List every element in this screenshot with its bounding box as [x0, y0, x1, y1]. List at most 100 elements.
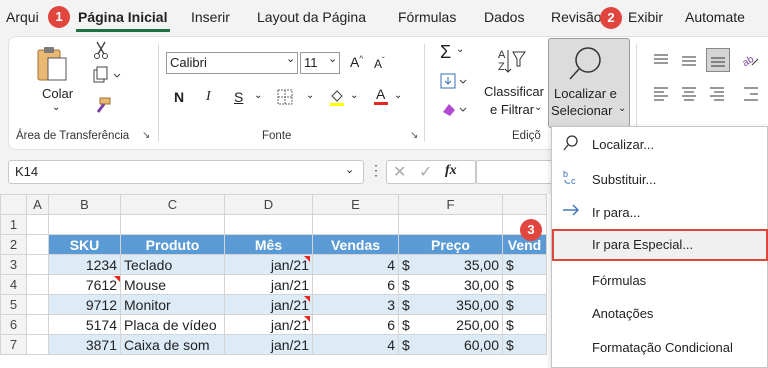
insert-function-icon[interactable]: fx [445, 163, 457, 179]
cell[interactable] [312, 214, 399, 235]
row-header-1[interactable]: 1 [0, 214, 27, 235]
cell-vendas[interactable]: 6 [312, 274, 399, 295]
column-header-g[interactable] [502, 194, 547, 215]
font-size-chevron-icon[interactable]: ⌄ [328, 52, 337, 65]
name-box[interactable]: K14 ⌄ [8, 160, 364, 184]
cell-produto[interactable]: Monitor [120, 294, 225, 315]
underline-button[interactable]: S [234, 89, 243, 105]
row-header-5[interactable]: 5 [0, 294, 27, 315]
menu-item-find[interactable]: Localizar... [592, 137, 654, 152]
cell-preco[interactable]: $250,00 [398, 314, 503, 335]
cell[interactable] [48, 214, 121, 235]
cell-vendas-total[interactable]: $ [502, 274, 547, 295]
fill-color-icon[interactable] [328, 88, 346, 109]
cell-preco[interactable]: $30,00 [398, 274, 503, 295]
cell[interactable] [26, 294, 49, 315]
paste-icon[interactable] [34, 44, 70, 87]
cell-preco[interactable]: $350,00 [398, 294, 503, 315]
column-header-d[interactable]: D [224, 194, 313, 215]
increase-font-icon[interactable]: A^ [350, 54, 363, 70]
autosum-chevron-icon[interactable]: ⌄ [456, 44, 464, 55]
font-name-chevron-icon[interactable]: ⌄ [286, 52, 295, 65]
column-header-b[interactable]: B [48, 194, 121, 215]
header-cell-vendas[interactable]: Vendas [312, 234, 399, 255]
header-cell-preco[interactable]: Preço [398, 234, 503, 255]
cut-icon[interactable] [92, 40, 110, 63]
cell-preco[interactable]: $60,00 [398, 334, 503, 355]
row-header-4[interactable]: 4 [0, 274, 27, 295]
tab-view[interactable]: Exibir [628, 9, 663, 25]
select-all-corner[interactable] [0, 194, 27, 215]
column-header-c[interactable]: C [120, 194, 225, 215]
font-launcher-icon[interactable]: ↘ [410, 130, 418, 141]
font-color-chevron-icon[interactable]: ⌄ [394, 90, 402, 101]
paste-dropdown-chevron-icon[interactable]: ⌄ [52, 102, 60, 113]
tab-automate[interactable]: Automate [685, 9, 745, 25]
align-left-icon[interactable] [652, 86, 670, 105]
borders-icon[interactable] [276, 88, 294, 109]
menu-item-go-to[interactable]: Ir para... [592, 205, 640, 220]
paste-label[interactable]: Colar [42, 86, 73, 101]
align-right-icon[interactable] [708, 86, 726, 105]
sort-filter-icon[interactable]: AZ [498, 46, 526, 79]
cell-mes[interactable]: jan/21 [224, 254, 313, 275]
align-bottom-icon[interactable] [706, 48, 730, 72]
row-header-3[interactable]: 3 [0, 254, 27, 275]
autosum-icon[interactable]: Σ [440, 42, 451, 63]
confirm-entry-icon[interactable]: ✓ [419, 162, 432, 182]
cancel-entry-icon[interactable]: ✕ [393, 162, 406, 182]
row-header-2[interactable]: 2 [0, 234, 27, 255]
formula-input[interactable] [476, 160, 556, 184]
bold-button[interactable]: N [174, 89, 184, 105]
sort-filter-chevron-icon[interactable]: ⌄ [534, 102, 542, 113]
cell-vendas-total[interactable]: $ [502, 254, 547, 275]
header-cell-mes[interactable]: Mês [224, 234, 313, 255]
cell-produto[interactable]: Placa de vídeo [120, 314, 225, 335]
cell-vendas-total[interactable]: $ [502, 314, 547, 335]
menu-item-go-to-special[interactable]: Ir para Especial... [592, 237, 693, 252]
cell[interactable] [26, 314, 49, 335]
cell-mes[interactable]: jan/21 [224, 334, 313, 355]
align-middle-icon[interactable] [680, 52, 698, 71]
tab-review[interactable]: Revisão [551, 9, 602, 25]
cell-produto[interactable]: Mouse [120, 274, 225, 295]
cell-vendas[interactable]: 4 [312, 334, 399, 355]
borders-chevron-icon[interactable]: ⌄ [306, 90, 314, 101]
cell-mes[interactable]: jan/21 [224, 314, 313, 335]
cell-vendas[interactable]: 4 [312, 254, 399, 275]
align-top-icon[interactable] [652, 52, 670, 71]
orientation-icon[interactable]: ab [740, 50, 760, 73]
cell[interactable] [26, 254, 49, 275]
cell[interactable] [26, 234, 49, 255]
fill-color-chevron-icon[interactable]: ⌄ [350, 90, 358, 101]
row-header-6[interactable]: 6 [0, 314, 27, 335]
cell-vendas-total[interactable]: $ [502, 334, 547, 355]
tab-formulas[interactable]: Fórmulas [398, 9, 456, 25]
cell-sku[interactable]: 9712 [48, 294, 121, 315]
clipboard-launcher-icon[interactable]: ↘ [142, 130, 150, 141]
menu-item-formulas[interactable]: Fórmulas [592, 273, 646, 288]
cell[interactable] [26, 274, 49, 295]
tab-page-layout[interactable]: Layout da Página [257, 9, 366, 25]
tab-insert[interactable]: Inserir [191, 9, 230, 25]
header-cell-produto[interactable]: Produto [120, 234, 225, 255]
format-painter-icon[interactable] [92, 96, 112, 119]
cell-sku[interactable]: 1234 [48, 254, 121, 275]
cell[interactable] [224, 214, 313, 235]
tab-file[interactable]: Arqui [6, 9, 39, 25]
sort-filter-label-2[interactable]: e Filtrar [490, 102, 534, 117]
cell[interactable] [120, 214, 225, 235]
copy-icon[interactable] [92, 66, 122, 89]
column-header-a[interactable]: A [26, 194, 49, 215]
underline-chevron-icon[interactable]: ⌄ [254, 90, 262, 101]
column-header-e[interactable]: E [312, 194, 399, 215]
align-center-icon[interactable] [680, 86, 698, 105]
menu-item-notes[interactable]: Anotações [592, 306, 653, 321]
decrease-font-icon[interactable]: Aˇ [374, 56, 385, 71]
cell-produto[interactable]: Teclado [120, 254, 225, 275]
cell[interactable] [26, 214, 49, 235]
comment-indicator-icon[interactable] [304, 256, 310, 262]
italic-button[interactable]: I [206, 89, 211, 105]
tab-home[interactable]: Página Inicial [78, 9, 167, 25]
comment-indicator-icon[interactable] [304, 316, 310, 322]
